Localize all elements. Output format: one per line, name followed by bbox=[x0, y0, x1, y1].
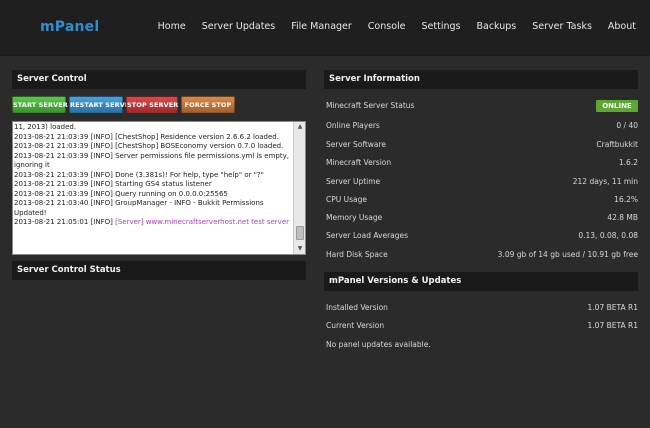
info-row: Minecraft Version 1.6.2 bbox=[326, 154, 638, 172]
info-row: CPU Usage 16.2% bbox=[326, 191, 638, 209]
console-output[interactable]: 11, 2013) loaded. 2013-08-21 21:03:39 [I… bbox=[12, 121, 306, 255]
info-value: 212 days, 11 min bbox=[572, 177, 638, 186]
info-label: Server Uptime bbox=[326, 177, 381, 186]
info-row: Hard Disk Space 3.09 gb of 14 gb used / … bbox=[326, 246, 638, 264]
console-line: 2013-08-21 21:03:40 [INFO] GroupManager … bbox=[14, 199, 264, 217]
info-value: 3.09 gb of 14 gb used / 10.91 gb free bbox=[497, 250, 638, 259]
info-label: Memory Usage bbox=[326, 213, 383, 222]
info-value: 1.07 BETA R1 bbox=[587, 321, 638, 330]
main-nav: Home Server Updates File Manager Console… bbox=[158, 21, 636, 32]
console-line: 2013-08-21 21:03:39 [INFO] Server permis… bbox=[14, 151, 289, 170]
info-row-note: No panel updates available. bbox=[326, 336, 638, 354]
info-label: Hard Disk Space bbox=[326, 250, 388, 259]
nav-file-manager[interactable]: File Manager bbox=[291, 21, 352, 32]
scroll-up-icon[interactable]: ▲ bbox=[296, 123, 304, 131]
server-control-header: Server Control bbox=[12, 70, 306, 89]
console-line-prefix: 2013-08-21 21:05:01 [INFO] bbox=[14, 218, 116, 226]
console-line-last: 2013-08-21 21:05:01 [INFO] [Server] www.… bbox=[14, 218, 291, 228]
info-label: Server Software bbox=[326, 140, 387, 149]
stop-server-button[interactable]: STOP SERVER bbox=[126, 96, 178, 113]
app-logo[interactable]: mPanel bbox=[40, 19, 99, 35]
info-label: CPU Usage bbox=[326, 195, 368, 204]
info-value: 42.8 MB bbox=[607, 213, 638, 222]
scroll-down-icon[interactable]: ▼ bbox=[296, 245, 304, 253]
status-badge: ONLINE bbox=[596, 100, 638, 112]
nav-console[interactable]: Console bbox=[368, 21, 406, 32]
console-line: 11, 2013) loaded. bbox=[14, 123, 77, 131]
info-row: Server Uptime 212 days, 11 min bbox=[326, 173, 638, 191]
info-value: Craftbukkit bbox=[596, 140, 638, 149]
start-server-button[interactable]: START SERVER bbox=[12, 96, 68, 113]
info-value: 1.07 BETA R1 bbox=[587, 303, 638, 312]
versions-header: mPanel Versions & Updates bbox=[324, 272, 638, 291]
info-label: Online Players bbox=[326, 121, 380, 130]
top-navbar: mPanel Home Server Updates File Manager … bbox=[0, 0, 650, 56]
console-line: 2013-08-21 21:03:39 [INFO] [ChestShop] R… bbox=[14, 132, 279, 141]
info-label: Installed Version bbox=[326, 303, 388, 312]
info-row: Memory Usage 42.8 MB bbox=[326, 209, 638, 227]
info-row: Server Load Averages 0.13, 0.08, 0.08 bbox=[326, 227, 638, 245]
restart-server-button[interactable]: RESTART SERVER bbox=[69, 96, 134, 113]
nav-server-tasks[interactable]: Server Tasks bbox=[532, 21, 592, 32]
nav-settings[interactable]: Settings bbox=[422, 21, 461, 32]
nav-home[interactable]: Home bbox=[158, 21, 186, 32]
info-row: Current Version 1.07 BETA R1 bbox=[326, 317, 638, 335]
info-value: 16.2% bbox=[614, 195, 638, 204]
info-row: Server Software Craftbukkit bbox=[326, 136, 638, 154]
server-control-status-header: Server Control Status bbox=[12, 261, 306, 280]
info-row-status: Minecraft Server Status ONLINE bbox=[326, 97, 638, 115]
info-value: 0.13, 0.08, 0.08 bbox=[578, 231, 638, 240]
nav-about[interactable]: About bbox=[608, 21, 636, 32]
console-log: 11, 2013) loaded. 2013-08-21 21:03:39 [I… bbox=[13, 122, 292, 254]
console-line: 2013-08-21 21:03:39 [INFO] Query running… bbox=[14, 189, 228, 198]
force-stop-button[interactable]: FORCE STOP bbox=[181, 96, 235, 113]
info-value: 1.6.2 bbox=[618, 158, 638, 167]
console-line: 2013-08-21 21:03:39 [INFO] Done (3.381s)… bbox=[14, 170, 264, 179]
info-label: Current Version bbox=[326, 321, 385, 330]
nav-server-updates[interactable]: Server Updates bbox=[202, 21, 276, 32]
console-scrollbar[interactable]: ▲ ▼ bbox=[293, 122, 305, 254]
info-value: 0 / 40 bbox=[616, 121, 638, 130]
info-row: Installed Version 1.07 BETA R1 bbox=[326, 299, 638, 317]
info-label: Minecraft Version bbox=[326, 158, 392, 167]
console-line: 2013-08-21 21:03:39 [INFO] [ChestShop] B… bbox=[14, 142, 284, 150]
nav-backups[interactable]: Backups bbox=[476, 21, 516, 32]
console-line: 2013-08-21 21:03:39 [INFO] Starting GS4 … bbox=[14, 180, 212, 188]
server-information-header: Server Information bbox=[324, 70, 638, 89]
info-label: Server Load Averages bbox=[326, 231, 409, 240]
info-label: Minecraft Server Status bbox=[326, 101, 415, 110]
info-row: Online Players 0 / 40 bbox=[326, 117, 638, 135]
scroll-thumb[interactable] bbox=[296, 226, 304, 240]
updates-note: No panel updates available. bbox=[326, 340, 431, 349]
console-server-message: [Server] www.minecraftserverhost.net tes… bbox=[115, 218, 290, 226]
